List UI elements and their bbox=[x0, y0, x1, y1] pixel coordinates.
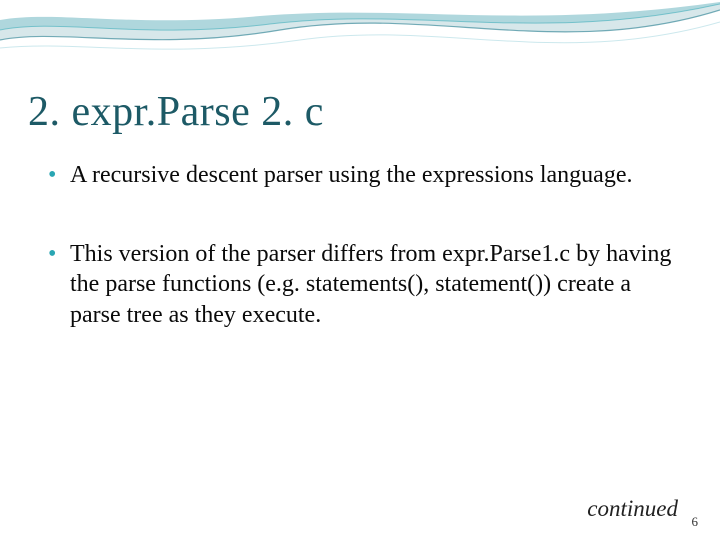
bullet-item: This version of the parser differs from … bbox=[48, 239, 680, 331]
slide-body: A recursive descent parser using the exp… bbox=[48, 160, 680, 379]
page-number: 6 bbox=[692, 514, 699, 530]
slide-title: 2. expr.Parse 2. c bbox=[28, 88, 324, 136]
bullet-item: A recursive descent parser using the exp… bbox=[48, 160, 680, 191]
slide: 2. expr.Parse 2. c A recursive descent p… bbox=[0, 0, 720, 540]
decorative-swoosh bbox=[0, 0, 720, 90]
continued-label: continued bbox=[587, 496, 678, 522]
